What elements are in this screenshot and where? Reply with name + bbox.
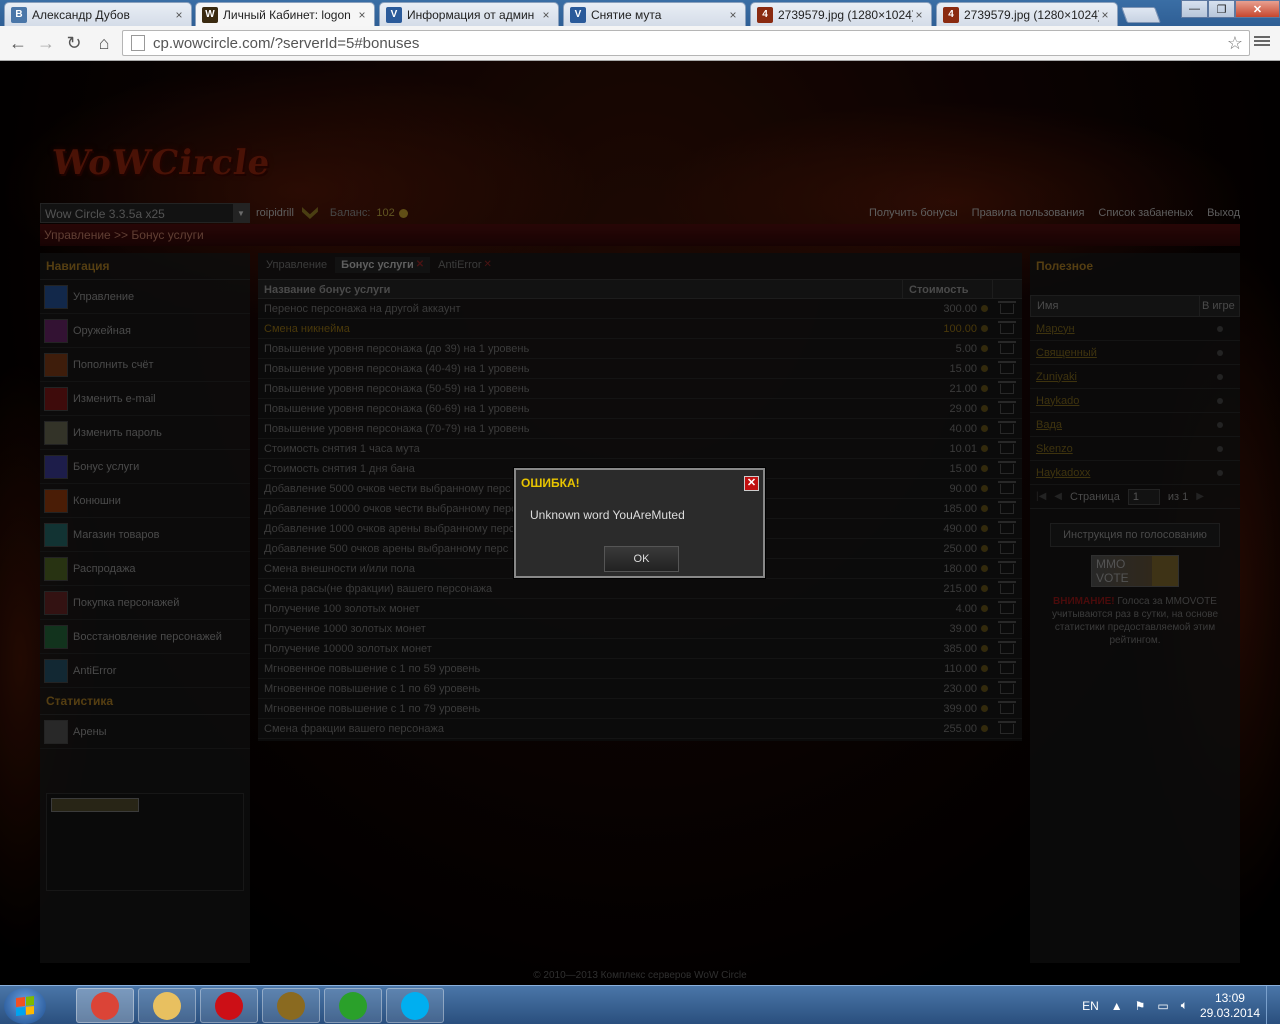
browser-tab[interactable]: V Информация от админ × bbox=[379, 2, 559, 26]
taskbar-app[interactable] bbox=[200, 988, 258, 1023]
reload-icon[interactable]: ↻ bbox=[62, 32, 86, 54]
browser-tab[interactable]: 4 2739579.jpg (1280×1024) × bbox=[750, 2, 932, 26]
back-icon[interactable]: ← bbox=[6, 32, 30, 54]
address-bar[interactable]: cp.wowcircle.com/?serverId=5#bonuses ☆ bbox=[122, 30, 1250, 56]
tab-close-icon[interactable]: × bbox=[173, 8, 185, 22]
explorer-icon bbox=[153, 991, 181, 1020]
browser-tab[interactable]: B Александр Дубов × bbox=[4, 2, 192, 26]
browser-tab[interactable]: V Снятие мута × bbox=[563, 2, 746, 26]
minimize-button[interactable]: — bbox=[1181, 0, 1208, 18]
address-url[interactable]: cp.wowcircle.com/?serverId=5#bonuses bbox=[153, 35, 419, 52]
tab-close-icon[interactable]: × bbox=[727, 8, 739, 22]
forward-icon[interactable]: → bbox=[34, 32, 58, 54]
browser-menu-icon[interactable] bbox=[1254, 34, 1270, 50]
skype-icon bbox=[401, 991, 429, 1020]
system-tray: EN ▲ ⚑ ▭ 🔈︎ 13:09 29.03.2014 bbox=[1082, 986, 1260, 1024]
taskbar-app[interactable] bbox=[76, 988, 134, 1023]
opera-icon bbox=[215, 991, 243, 1020]
tab-close-icon[interactable]: × bbox=[540, 8, 552, 22]
window-close-button[interactable]: ✕ bbox=[1235, 0, 1280, 18]
image-icon: 4 bbox=[943, 6, 959, 23]
browser-tab-bar: B Александр Дубов × W Личный Кабинет: logon ×… bbox=[0, 0, 1280, 26]
windows-logo-icon bbox=[16, 996, 34, 1016]
volume-icon[interactable]: 🔈︎ bbox=[1181, 998, 1188, 1013]
windows-taskbar: EN ▲ ⚑ ▭ 🔈︎ 13:09 29.03.2014 bbox=[0, 985, 1280, 1024]
restore-button[interactable]: ❐ bbox=[1208, 0, 1235, 18]
image-icon: 4 bbox=[757, 6, 773, 23]
taskbar-app[interactable] bbox=[138, 988, 196, 1023]
page-icon bbox=[131, 35, 145, 51]
error-dialog-title: ОШИБКА! bbox=[521, 476, 580, 490]
clock[interactable]: 13:09 29.03.2014 bbox=[1200, 991, 1260, 1021]
browser-tab-title: 2739579.jpg (1280×1024) bbox=[964, 7, 1099, 22]
new-tab-button[interactable] bbox=[1121, 7, 1161, 23]
tray-expand-icon[interactable]: ▲ bbox=[1111, 999, 1123, 1013]
close-icon[interactable]: ✕ bbox=[744, 476, 759, 491]
wow-icon bbox=[277, 991, 305, 1020]
taskbar-app[interactable] bbox=[324, 988, 382, 1023]
forum-icon: V bbox=[386, 6, 402, 23]
forum-icon: V bbox=[570, 6, 586, 23]
browser-tab-title: Александр Дубов bbox=[32, 7, 130, 22]
browser-tab-title: 2739579.jpg (1280×1024) bbox=[778, 7, 913, 22]
show-desktop-button[interactable] bbox=[1266, 986, 1280, 1024]
browser-tab[interactable]: W Личный Кабинет: logon × bbox=[195, 2, 375, 26]
browser-tab-title: Личный Кабинет: logon bbox=[223, 7, 351, 22]
taskbar-app[interactable] bbox=[262, 988, 320, 1023]
language-indicator[interactable]: EN bbox=[1082, 999, 1099, 1013]
browser-toolbar: ← → ↻ ⌂ cp.wowcircle.com/?serverId=5#bon… bbox=[0, 26, 1280, 61]
power-icon[interactable]: ▭ bbox=[1157, 999, 1168, 1013]
error-dialog-message: Unknown word YouAreMuted bbox=[530, 508, 685, 522]
bookmark-star-icon[interactable]: ☆ bbox=[1227, 33, 1243, 54]
chrome-icon bbox=[91, 991, 119, 1020]
tab-close-icon[interactable]: × bbox=[913, 8, 925, 22]
wow-icon: W bbox=[202, 6, 218, 23]
error-dialog: ОШИБКА! ✕ Unknown word YouAreMuted OK bbox=[514, 468, 765, 578]
taskbar-app[interactable] bbox=[386, 988, 444, 1023]
clock-date: 29.03.2014 bbox=[1199, 1005, 1260, 1020]
vk-icon: B bbox=[11, 6, 27, 23]
app-a-icon bbox=[339, 991, 367, 1020]
home-icon[interactable]: ⌂ bbox=[92, 32, 116, 54]
browser-tab-title: Информация от админ bbox=[407, 7, 535, 22]
network-icon[interactable]: ⚑ bbox=[1135, 999, 1146, 1013]
clock-time: 13:09 bbox=[1214, 990, 1245, 1005]
tab-close-icon[interactable]: × bbox=[1099, 8, 1111, 22]
tab-close-icon[interactable]: × bbox=[356, 8, 368, 22]
browser-tab[interactable]: 4 2739579.jpg (1280×1024) × bbox=[936, 2, 1118, 26]
start-button[interactable] bbox=[4, 988, 46, 1024]
browser-tab-title: Снятие мута bbox=[591, 7, 662, 22]
ok-button[interactable]: OK bbox=[604, 546, 679, 572]
